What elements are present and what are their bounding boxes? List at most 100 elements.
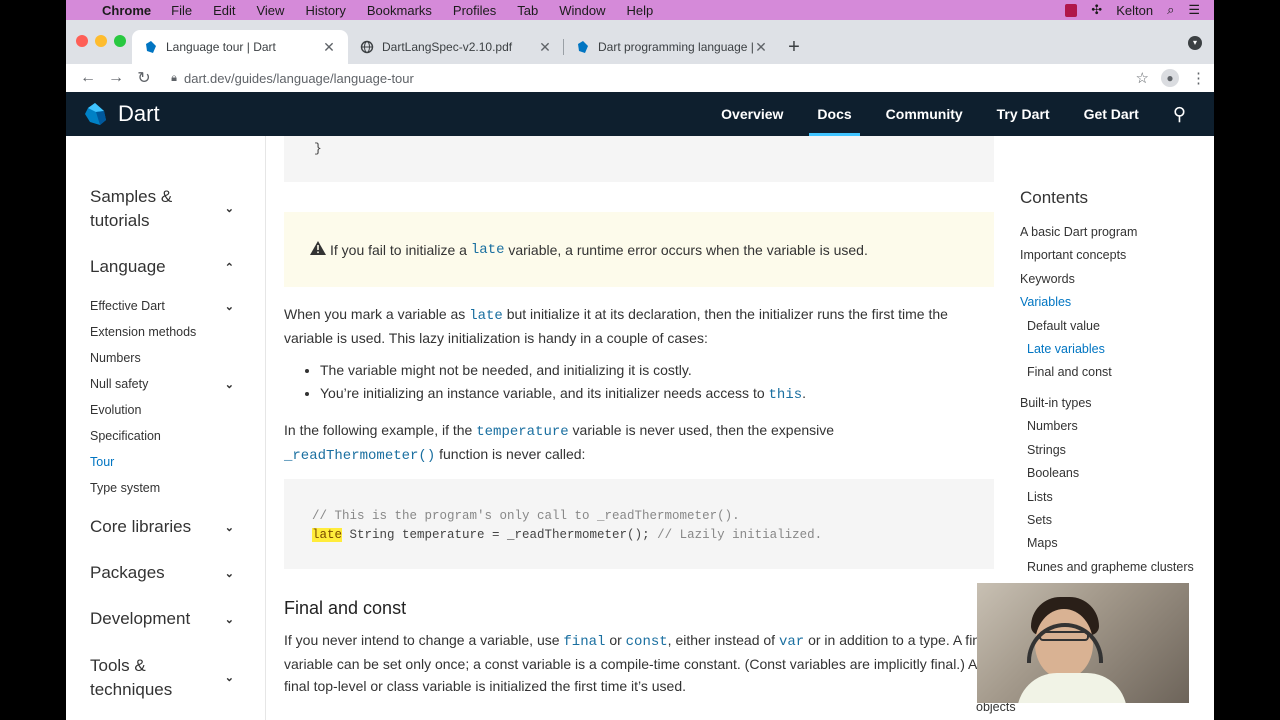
app-flag-icon[interactable] [1065, 3, 1078, 17]
toc-subitem[interactable]: Runes and grapheme clusters [1027, 560, 1194, 574]
nav-community[interactable]: Community [886, 92, 963, 136]
sidebar-language-items: Effective Dart ⌄ Extension methods Number… [90, 293, 266, 501]
dart-logo[interactable]: Dart [82, 101, 160, 127]
toc-subitem[interactable]: Maps [1027, 536, 1058, 550]
chevron-down-icon[interactable]: ⌄ [225, 666, 234, 690]
toc-item-active[interactable]: Variables [1020, 295, 1071, 309]
nav-overview[interactable]: Overview [721, 92, 783, 136]
menu-bookmarks[interactable]: Bookmarks [367, 3, 432, 18]
sidebar-item-label: Numbers [90, 351, 141, 365]
tab-search-icon[interactable]: ▾ [1188, 36, 1202, 50]
tab-close-icon[interactable]: ✕ [538, 39, 552, 56]
sidebar-item-numbers[interactable]: Numbers [90, 345, 266, 371]
sidebar-core-libraries[interactable]: Core libraries ⌄ [90, 517, 266, 537]
code-snippet-top: } [284, 136, 994, 182]
nav-docs[interactable]: Docs [809, 92, 860, 136]
sidebar-development[interactable]: Development ⌄ [90, 609, 266, 629]
chevron-down-icon[interactable]: ⌄ [225, 521, 234, 534]
sidebar-item-effective-dart[interactable]: Effective Dart ⌄ [90, 293, 266, 319]
zoom-window-button[interactable] [114, 35, 126, 47]
code-comment: // This is the program's only call to _r… [312, 509, 740, 523]
text-span: function is never called: [439, 446, 586, 462]
sidebar-item-specification[interactable]: Specification [90, 423, 266, 449]
toc-subitem[interactable]: Lists [1027, 490, 1053, 504]
menu-history[interactable]: History [305, 3, 345, 18]
toc-item[interactable]: Keywords [1020, 272, 1075, 286]
inline-code: var [778, 634, 805, 650]
sidebar-item-evolution[interactable]: Evolution [90, 397, 266, 423]
menubar-username[interactable]: Kelton [1116, 3, 1153, 18]
menu-tab[interactable]: Tab [517, 3, 538, 18]
chevron-down-icon[interactable]: ⌄ [225, 567, 234, 580]
sidebar-item-extension-methods[interactable]: Extension methods [90, 319, 266, 345]
tab-title: Language tour | Dart [166, 40, 276, 54]
sidebar-language[interactable]: Language ⌃ [90, 257, 266, 277]
menu-help[interactable]: Help [627, 3, 654, 18]
inline-code: temperature [476, 424, 569, 440]
control-center-icon[interactable]: ✣ [1091, 2, 1102, 18]
toc-subitem[interactable]: Strings [1027, 443, 1066, 457]
chevron-up-icon[interactable]: ⌃ [225, 261, 234, 274]
sidebar-item-null-safety[interactable]: Null safety ⌄ [90, 371, 266, 397]
menu-file[interactable]: File [171, 3, 192, 18]
minimize-window-button[interactable] [95, 35, 107, 47]
sidebar-section-label: Development [90, 609, 191, 628]
tab-close-icon[interactable]: ✕ [322, 39, 336, 56]
tab-dart-programming-language[interactable]: Dart programming language | D ✕ [564, 30, 780, 64]
address-url[interactable]: dart.dev/guides/language/language-tour [184, 71, 414, 86]
reload-icon[interactable]: ↻ [130, 68, 158, 88]
menu-app-name[interactable]: Chrome [102, 3, 151, 18]
chevron-down-icon[interactable]: ⌄ [225, 613, 234, 626]
spotlight-search-icon[interactable]: ⌕ [1167, 2, 1174, 18]
toc-subitem[interactable]: Default value [1027, 319, 1100, 333]
more-menu-icon[interactable]: ⋮ [1191, 69, 1206, 87]
text-span: When you mark a variable as [284, 306, 466, 322]
toc-subitem[interactable]: Booleans [1027, 466, 1079, 480]
new-tab-button[interactable]: + [780, 30, 808, 64]
sidebar-item-tour[interactable]: Tour [90, 449, 266, 475]
nav-get-dart[interactable]: Get Dart [1084, 92, 1139, 136]
close-window-button[interactable] [76, 35, 88, 47]
profile-avatar-icon[interactable]: ● [1161, 69, 1179, 87]
inline-code: const [625, 634, 668, 650]
toc-subitem-active[interactable]: Late variables [1027, 342, 1105, 356]
notification-center-icon[interactable]: ☰ [1188, 2, 1200, 18]
menu-edit[interactable]: Edit [213, 3, 235, 18]
back-icon[interactable]: ← [74, 69, 102, 87]
inline-code: this [768, 387, 803, 403]
menu-profiles[interactable]: Profiles [453, 3, 496, 18]
alert-text-pre: If you fail to initialize a [330, 241, 467, 258]
toc-subitem[interactable]: Sets [1027, 513, 1052, 527]
toc-item[interactable]: A basic Dart program [1020, 225, 1137, 239]
bookmark-star-icon[interactable]: ☆ [1136, 69, 1149, 87]
forward-icon[interactable]: → [102, 69, 130, 87]
tab-language-tour[interactable]: Language tour | Dart ✕ [132, 30, 348, 64]
tab-title: Dart programming language | D [598, 40, 754, 54]
sidebar-samples-tutorials[interactable]: Samples & tutorials ⌄ [90, 185, 266, 233]
inline-code: _readThermometer() [284, 448, 436, 464]
chevron-down-icon[interactable]: ⌄ [225, 300, 234, 313]
tab-close-icon[interactable]: ✕ [754, 39, 768, 56]
toc-subitem[interactable]: Final and const [1027, 365, 1112, 379]
dart-favicon-icon [146, 41, 156, 53]
lock-icon[interactable]: 🔒︎ [164, 72, 184, 85]
chevron-down-icon[interactable]: ⌄ [225, 197, 234, 221]
bullet-list: The variable might not be needed, and in… [302, 359, 992, 405]
toc-subitem[interactable]: Numbers [1027, 419, 1078, 433]
menu-window[interactable]: Window [559, 3, 605, 18]
sidebar-item-type-system[interactable]: Type system [90, 475, 266, 501]
nav-try-dart[interactable]: Try Dart [997, 92, 1050, 136]
code-keyword-late: late [312, 528, 343, 542]
chevron-down-icon[interactable]: ⌄ [225, 378, 234, 391]
sidebar-item-label: Effective Dart [90, 299, 165, 313]
tab-langspec-pdf[interactable]: DartLangSpec-v2.10.pdf ✕ [348, 30, 564, 64]
toc-item[interactable]: Built-in types [1020, 396, 1092, 410]
menu-view[interactable]: View [256, 3, 284, 18]
address-bar[interactable]: 🔒︎ dart.dev/guides/language/language-tou… [164, 65, 1136, 91]
inline-code: final [563, 634, 606, 650]
sidebar-packages[interactable]: Packages ⌄ [90, 563, 266, 583]
sidebar-item-label: Extension methods [90, 325, 197, 339]
site-search-icon[interactable]: ⚲ [1173, 104, 1186, 125]
toc-item[interactable]: Important concepts [1020, 248, 1126, 262]
sidebar-tools-techniques[interactable]: Tools & techniques ⌄ [90, 654, 266, 702]
